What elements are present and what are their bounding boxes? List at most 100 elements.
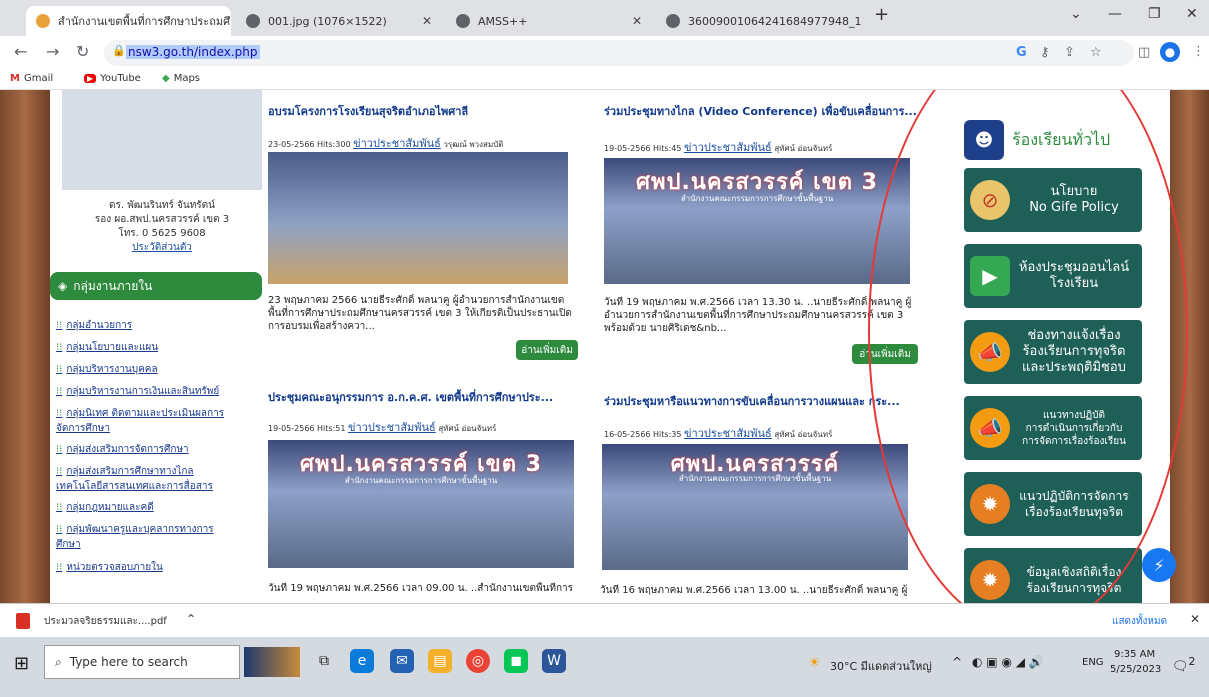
- group-link[interactable]: ⁝⁝ กลุ่มนิเทศ ติดตามและประเมินผลการจัดการ…: [56, 406, 236, 436]
- bullet-icon: ⁝⁝: [56, 364, 63, 375]
- close-icon[interactable]: ✕: [422, 14, 432, 28]
- bookmark-label: Maps: [173, 73, 201, 84]
- file-explorer-icon[interactable]: ▤: [428, 649, 452, 673]
- window-close-icon[interactable]: ✕: [1186, 6, 1198, 22]
- news-title-link[interactable]: ร่วมประชุมทางไกล (Video Conference) เพื่…: [604, 102, 917, 120]
- tab-nsw3[interactable]: สำนักงานเขตพื้นที่การศึกษาประถมศึ ✕: [26, 6, 231, 36]
- url-text[interactable]: nsw3.go.th/index.php: [126, 45, 260, 59]
- share-icon[interactable]: ⇪: [1064, 45, 1075, 60]
- language-indicator[interactable]: ENG: [1082, 657, 1104, 668]
- star-icon[interactable]: ☆: [1090, 45, 1102, 60]
- news-title-link[interactable]: ร่วมประชุมหารือแนวทางการขับเคลื่อนการวาง…: [604, 392, 900, 410]
- tray-chevron-up-icon[interactable]: ^: [952, 655, 962, 669]
- download-filename[interactable]: ประมวลจริยธรรมและ....pdf: [44, 614, 167, 629]
- tab-pdf[interactable]: 3600900106424168497794​8_1.p ✕: [656, 6, 862, 36]
- bookmark-youtube[interactable]: ▶ YouTube: [84, 73, 141, 84]
- messenger-chat-button[interactable]: ⚡: [1142, 548, 1176, 582]
- word-icon[interactable]: W: [542, 649, 566, 673]
- globe-icon: [666, 14, 680, 28]
- restore-icon[interactable]: ❐: [1148, 6, 1161, 22]
- tab-strip: สำนักงานเขตพื้นที่การศึกษาประถมศึ ✕ 001.…: [0, 0, 1209, 36]
- clock-time[interactable]: 9:35 AM: [1114, 649, 1155, 660]
- news-title-link[interactable]: อบรมโครงการโรงเรียนสุจริตอำเภอไพศาลี: [268, 102, 468, 120]
- group-link[interactable]: ⁝⁝ หน่วยตรวจสอบภายใน: [56, 560, 256, 575]
- bookmark-maps[interactable]: ◆ Maps: [162, 73, 200, 84]
- site-favicon-icon: [36, 14, 50, 28]
- news-photo[interactable]: ศพป.นครสวรรค์ เขต 3 สำนักงานคณะกรรมการกา…: [268, 440, 574, 568]
- group-link-label: กลุ่มบริหารงานการเงินและสินทรัพย์: [66, 386, 220, 397]
- new-tab-button[interactable]: +: [874, 4, 889, 25]
- mail-icon[interactable]: ✉: [390, 649, 414, 673]
- show-all-link[interactable]: แสดงทั้งหมด: [1112, 614, 1167, 629]
- group-link-label: กลุ่มนโยบายและแผน: [66, 342, 159, 353]
- profile-avatar-icon[interactable]: ●: [1160, 42, 1180, 62]
- notification-icon[interactable]: 🗨2: [1172, 655, 1195, 674]
- edge-icon[interactable]: e: [350, 649, 374, 673]
- group-link[interactable]: ⁝⁝ กลุ่มกฎหมายและคดี: [56, 500, 256, 515]
- news-widget-thumbnail[interactable]: [244, 647, 300, 677]
- clock-date[interactable]: 5/25/2023: [1110, 664, 1161, 675]
- reload-icon[interactable]: ↻: [76, 42, 89, 61]
- news-photo[interactable]: [268, 152, 568, 284]
- tray-app-icons[interactable]: ◐ ▣ ◉ ◢ 🔊: [972, 655, 1044, 669]
- read-more-button[interactable]: อ่านเพิ่มเติม: [516, 340, 578, 360]
- group-link[interactable]: ⁝⁝ กลุ่มพัฒนาครูและบุคลากรทางการศึกษา: [56, 522, 236, 552]
- search-icon: ⌕: [55, 654, 62, 669]
- bookmark-gmail[interactable]: M Gmail: [10, 73, 53, 84]
- chevron-down-icon[interactable]: ⌄: [1070, 6, 1082, 22]
- news-category-link[interactable]: ข่าวประชาสัมพันธ์: [684, 141, 772, 154]
- windows-start-icon[interactable]: ⊞: [14, 653, 29, 674]
- taskbar-search[interactable]: ⌕ Type here to search: [44, 645, 240, 679]
- search-placeholder: Type here to search: [69, 655, 188, 669]
- profile-photo: [62, 90, 262, 190]
- tab-label: สำนักงานเขตพื้นที่การศึกษาประถมศึ: [58, 15, 231, 28]
- bullet-icon: ⁝⁝: [56, 320, 63, 331]
- chrome-icon[interactable]: ◎: [466, 649, 490, 673]
- line-app-icon[interactable]: ◼: [504, 649, 528, 673]
- minimize-icon[interactable]: —: [1108, 6, 1122, 22]
- side-panel-icon[interactable]: ◫: [1138, 45, 1150, 60]
- news-category-link[interactable]: ข่าวประชาสัมพันธ์: [353, 137, 441, 150]
- group-link[interactable]: ⁝⁝ กลุ่มส่งเสริมการจัดการศึกษา: [56, 442, 256, 457]
- task-view-icon[interactable]: ⧉: [312, 649, 336, 673]
- tag-icon: ◈: [58, 279, 68, 293]
- weather-text[interactable]: 30°C มีแดดส่วนใหญ่: [830, 657, 932, 675]
- profile-name: ดร. พัฒนรินทร์ จันทรัตน์: [108, 200, 216, 211]
- news-meta: 16-05-2566 Hits:35 ข่าวประชาสัมพันธ์ สุท…: [604, 424, 832, 442]
- lock-icon[interactable]: 🔒: [112, 44, 126, 57]
- tab-image[interactable]: 001.jpg (1076×1522) ✕: [236, 6, 442, 36]
- tab-label: 3600900106424168497794​8_1.p: [688, 14, 862, 28]
- profile-history-link[interactable]: ประวัติส่วนตัว: [62, 240, 262, 255]
- group-link[interactable]: ⁝⁝ กลุ่มอำนวยการ: [56, 318, 256, 333]
- group-link[interactable]: ⁝⁝ กลุ่มบริหารงานการเงินและสินทรัพย์: [56, 384, 256, 399]
- globe-icon: [246, 14, 260, 28]
- google-icon[interactable]: G: [1016, 45, 1027, 60]
- close-icon[interactable]: ✕: [1190, 612, 1200, 626]
- chevron-up-icon[interactable]: ⌃: [186, 612, 196, 626]
- group-link[interactable]: ⁝⁝ กลุ่มบริหารงานบุคคล: [56, 362, 256, 377]
- news-date-hits: 19-05-2566 Hits:45: [604, 144, 682, 153]
- bullet-icon: ⁝⁝: [56, 386, 63, 397]
- news-category-link[interactable]: ข่าวประชาสัมพันธ์: [684, 427, 772, 440]
- news-photo[interactable]: ศพป.นครสวรรค์ เขต 3 สำนักงานคณะกรรมการกา…: [604, 158, 910, 284]
- news-title-link[interactable]: ประชุมคณะอนุกรรมการ อ.ก.ค.ศ. เขตพื้นที่ก…: [268, 388, 553, 406]
- close-icon[interactable]: ✕: [230, 14, 231, 28]
- close-icon[interactable]: ✕: [632, 14, 642, 28]
- group-link[interactable]: ⁝⁝ กลุ่มนโยบายและแผน: [56, 340, 256, 355]
- photo-banner-subtext: สำนักงานคณะกรรมการการศึกษาขั้นพื้นฐาน: [678, 474, 832, 483]
- menu-icon[interactable]: ⋮: [1192, 44, 1205, 59]
- bullet-icon: ⁝⁝: [56, 342, 63, 353]
- news-photo[interactable]: ศพป.นครสวรรค์ สำนักงานคณะกรรมการการศึกษา…: [602, 444, 908, 570]
- group-link[interactable]: ⁝⁝ กลุ่มส่งเสริมการศึกษาทางไกล เทคโนโลยีส…: [56, 464, 236, 494]
- key-icon[interactable]: ⚷: [1040, 45, 1050, 60]
- address-bar[interactable]: 🔒 nsw3.go.th/index.php G ⚷ ⇪ ☆: [104, 40, 1134, 66]
- tab-amss[interactable]: AMSS++ ✕: [446, 6, 652, 36]
- group-section-title: กลุ่มงานภายใน: [73, 278, 153, 293]
- bullet-icon: ⁝⁝: [56, 444, 63, 455]
- news-category-link[interactable]: ข่าวประชาสัมพันธ์: [348, 421, 436, 434]
- news-date-hits: 19-05-2566 Hits:51: [268, 424, 346, 433]
- red-annotation-ellipse: [868, 90, 1188, 603]
- gmail-icon: M: [10, 73, 20, 84]
- back-arrow-icon[interactable]: ←: [14, 42, 27, 61]
- forward-arrow-icon[interactable]: →: [46, 42, 59, 61]
